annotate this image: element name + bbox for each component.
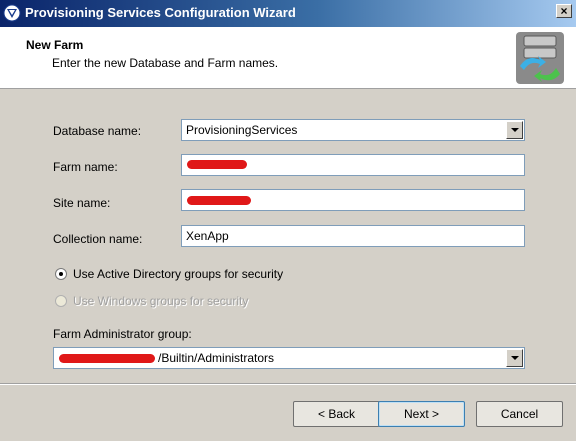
page-title: New Farm: [26, 38, 84, 52]
site-name-input[interactable]: [181, 189, 525, 211]
radio-active-directory[interactable]: [55, 268, 67, 280]
collection-name-label: Collection name:: [53, 232, 143, 246]
farm-admin-group-dropdown-button[interactable]: [506, 349, 523, 367]
farm-admin-group-label: Farm Administrator group:: [53, 327, 192, 341]
server-refresh-icon: [516, 32, 564, 84]
wizard-header: New Farm Enter the new Database and Farm…: [0, 27, 576, 89]
radio-active-directory-label[interactable]: Use Active Directory groups for security: [73, 267, 283, 281]
window-title: Provisioning Services Configuration Wiza…: [25, 5, 296, 20]
redaction-mark: [59, 354, 155, 363]
redaction-mark: [187, 196, 251, 205]
chevron-down-icon: [511, 356, 519, 360]
database-name-dropdown-button[interactable]: [506, 121, 523, 139]
app-icon: [3, 4, 21, 22]
site-name-label: Site name:: [53, 196, 111, 210]
farm-admin-group-combo[interactable]: /Builtin/Administrators: [53, 347, 525, 369]
footer-separator: [0, 383, 576, 385]
database-name-label: Database name:: [53, 124, 142, 138]
title-bar: Provisioning Services Configuration Wiza…: [0, 0, 576, 27]
chevron-down-icon: [511, 128, 519, 132]
radio-windows-groups: [55, 295, 67, 307]
collection-name-input[interactable]: XenApp: [181, 225, 525, 247]
farm-name-input[interactable]: [181, 154, 525, 176]
close-button[interactable]: ×: [556, 4, 572, 18]
cancel-button[interactable]: Cancel: [476, 401, 563, 427]
database-name-value: ProvisioningServices: [186, 123, 298, 137]
redaction-mark: [187, 160, 247, 169]
back-button[interactable]: < Back: [293, 401, 380, 427]
database-name-combo[interactable]: ProvisioningServices: [181, 119, 525, 141]
collection-name-value: XenApp: [186, 229, 229, 243]
farm-admin-group-value: /Builtin/Administrators: [158, 351, 275, 365]
next-button[interactable]: Next >: [378, 401, 465, 427]
radio-windows-groups-label: Use Windows groups for security: [73, 294, 249, 308]
farm-name-label: Farm name:: [53, 160, 118, 174]
page-subtitle: Enter the new Database and Farm names.: [52, 56, 279, 70]
